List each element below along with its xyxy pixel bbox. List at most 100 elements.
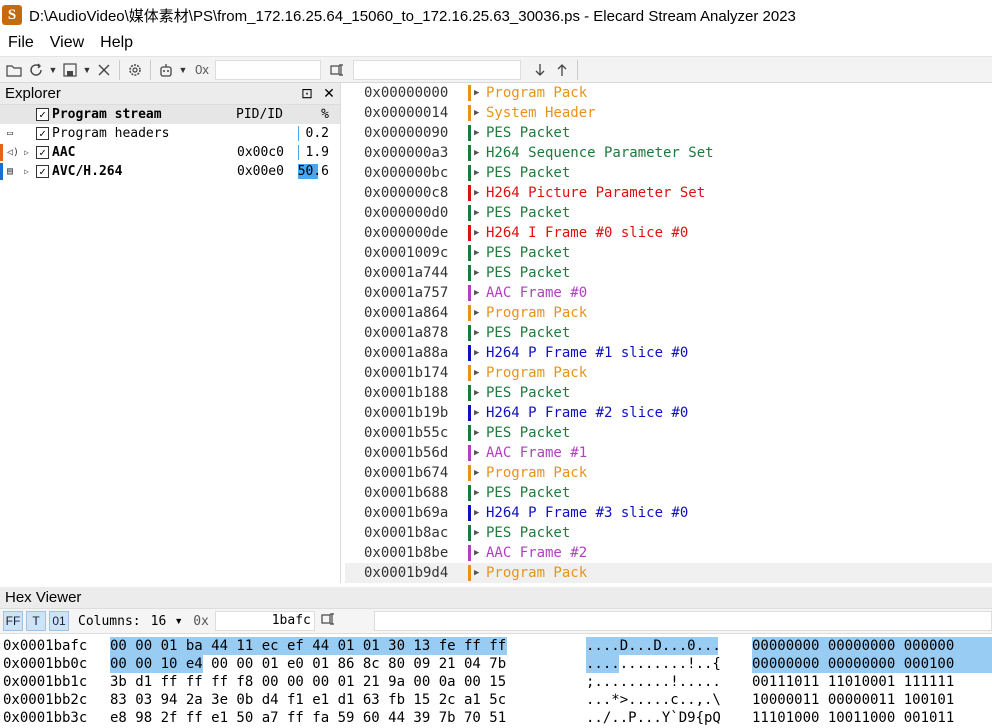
expand-arrow-icon[interactable]: ▷ — [24, 162, 29, 181]
expand-arrow-icon[interactable]: ▶ — [474, 403, 479, 423]
packet-row[interactable]: 0x0001a757 ▶ AAC Frame #0 — [345, 283, 992, 303]
pin-icon[interactable]: ⊡ — [296, 85, 318, 102]
menu-file[interactable]: File — [0, 30, 42, 56]
expand-arrow-icon[interactable]: ▶ — [474, 223, 479, 243]
expand-arrow-icon[interactable]: ▶ — [474, 343, 479, 363]
hex-row[interactable]: 0x0001bb3c e8 98 2f ff e1 50 a7 ff fa 59 … — [0, 709, 992, 727]
packet-row[interactable]: 0x0001b688 ▶ PES Packet — [345, 483, 992, 503]
expand-arrow-icon[interactable]: ▶ — [474, 323, 479, 343]
find-text-icon[interactable] — [321, 612, 337, 630]
packet-row[interactable]: 0x0001b9d4 ▶ Program Pack — [345, 563, 992, 583]
expand-arrow-icon[interactable]: ▶ — [474, 443, 479, 463]
hex-mode-button[interactable]: FF — [3, 611, 23, 631]
expand-arrow-icon[interactable]: ▶ — [474, 183, 479, 203]
expand-arrow-icon[interactable]: ▶ — [474, 463, 479, 483]
packet-row[interactable]: 0x0001b8be ▶ AAC Frame #2 — [345, 543, 992, 563]
expand-arrow-icon[interactable]: ▷ — [24, 143, 29, 162]
packet-row[interactable]: 0x0001a744 ▶ PES Packet — [345, 263, 992, 283]
packet-row[interactable]: 0x0001a864 ▶ Program Pack — [345, 303, 992, 323]
packet-row[interactable]: 0x0001b674 ▶ Program Pack — [345, 463, 992, 483]
stream-checkbox[interactable]: ✓ — [36, 127, 49, 140]
packet-row[interactable]: 0x0001009c ▶ PES Packet — [345, 243, 992, 263]
goto-address-input[interactable] — [215, 59, 321, 80]
expand-arrow-icon[interactable]: ▶ — [474, 423, 479, 443]
hex-row[interactable]: 0x0001bb2c 83 03 94 2a 3e 0b d4 f1 e1 d1 … — [0, 691, 992, 709]
packet-type-color-bar — [468, 245, 471, 261]
explorer-row[interactable]: ▤ ▷ ✓ AVC/H.264 0x00e0 50.6 — [0, 162, 340, 181]
expand-arrow-icon[interactable]: ▶ — [474, 243, 479, 263]
explorer-row[interactable]: ▭ ✓ Program headers 0.2 — [0, 124, 340, 143]
analyzer-robot-icon[interactable] — [155, 59, 177, 81]
packet-row[interactable]: 0x0001b8ac ▶ PES Packet — [345, 523, 992, 543]
packet-row[interactable]: 0x0001b188 ▶ PES Packet — [345, 383, 992, 403]
packet-row[interactable]: 0x000000d0 ▶ PES Packet — [345, 203, 992, 223]
settings-gear-icon[interactable] — [124, 59, 146, 81]
hex-ascii: ...*>.....c..,.\ — [586, 692, 721, 708]
hex-row[interactable]: 0x0001bb0c 00 00 10 e4 00 00 01 e0 01 86 … — [0, 655, 992, 673]
packet-row[interactable]: 0x00000090 ▶ PES Packet — [345, 123, 992, 143]
binary-mode-button[interactable]: 01 — [49, 611, 69, 631]
packet-row[interactable]: 0x0001a878 ▶ PES Packet — [345, 323, 992, 343]
packet-row[interactable]: 0x0001b174 ▶ Program Pack — [345, 363, 992, 383]
stream-checkbox[interactable]: ✓ — [36, 165, 49, 178]
packet-row[interactable]: 0x000000c8 ▶ H264 Picture Parameter Set — [345, 183, 992, 203]
expand-arrow-icon[interactable]: ▶ — [474, 503, 479, 523]
expand-arrow-icon[interactable]: ▶ — [474, 303, 479, 323]
reload-icon[interactable] — [25, 59, 47, 81]
packet-row[interactable]: 0x0001a88a ▶ H264 P Frame #1 slice #0 — [345, 343, 992, 363]
expand-arrow-icon[interactable]: ▶ — [474, 123, 479, 143]
hex-row[interactable]: 0x0001bb1c 3b d1 ff ff ff f8 00 00 00 01 … — [0, 673, 992, 691]
text-mode-button[interactable]: T — [26, 611, 46, 631]
offset-input[interactable]: 1bafc — [214, 611, 315, 631]
expand-arrow-icon[interactable]: ▶ — [474, 523, 479, 543]
close-file-icon[interactable] — [93, 59, 115, 81]
columns-select[interactable]: 16 — [151, 614, 167, 629]
expand-arrow-icon[interactable]: ▶ — [474, 203, 479, 223]
analyzer-dropdown-icon[interactable]: ▼ — [177, 59, 189, 81]
packet-row[interactable]: 0x000000de ▶ H264 I Frame #0 slice #0 — [345, 223, 992, 243]
search-down-arrow-icon[interactable] — [529, 59, 551, 81]
search-up-arrow-icon[interactable] — [551, 59, 573, 81]
hex-row[interactable]: 0x0001bafc 00 00 01 ba 44 11 ec ef 44 01 … — [0, 637, 992, 655]
save-icon[interactable] — [59, 59, 81, 81]
columns-dropdown-icon[interactable]: ▼ — [174, 616, 183, 626]
packet-type-color-bar — [468, 465, 471, 481]
expand-arrow-icon[interactable]: ▶ — [474, 283, 479, 303]
packet-list: 0x00000000 ▶ Program Pack 0x00000014 ▶ System… — [345, 83, 992, 583]
packet-name: PES Packet — [486, 205, 571, 221]
expand-arrow-icon[interactable]: ▶ — [474, 543, 479, 563]
packet-row[interactable]: 0x00000014 ▶ System Header — [345, 103, 992, 123]
packet-row[interactable]: 0x0001b55c ▶ PES Packet — [345, 423, 992, 443]
packet-row[interactable]: 0x000000a3 ▶ H264 Sequence Parameter Set — [345, 143, 992, 163]
close-icon[interactable]: ✕ — [318, 85, 340, 102]
open-folder-icon[interactable] — [3, 59, 25, 81]
packet-type-color-bar — [468, 145, 471, 161]
packet-type-color-bar — [468, 405, 471, 421]
stream-checkbox[interactable]: ✓ — [36, 146, 49, 159]
menu-help[interactable]: Help — [92, 30, 141, 56]
menu-view[interactable]: View — [42, 30, 92, 56]
save-dropdown-icon[interactable]: ▼ — [81, 59, 93, 81]
search-input[interactable] — [353, 59, 521, 80]
hex-ascii: ............!..{ — [586, 656, 721, 672]
find-text-icon[interactable] — [327, 59, 349, 81]
hex-search-input[interactable] — [374, 611, 992, 631]
packet-row[interactable]: 0x0001b19b ▶ H264 P Frame #2 slice #0 — [345, 403, 992, 423]
explorer-row[interactable]: ◁) ▷ ✓ AAC 0x00c0 1.9 — [0, 143, 340, 162]
reload-dropdown-icon[interactable]: ▼ — [47, 59, 59, 81]
expand-arrow-icon[interactable]: ▶ — [474, 103, 479, 123]
packet-row[interactable]: 0x000000bc ▶ PES Packet — [345, 163, 992, 183]
packet-row[interactable]: 0x0001b69a ▶ H264 P Frame #3 slice #0 — [345, 503, 992, 523]
packet-row[interactable]: 0x00000000 ▶ Program Pack — [345, 83, 992, 103]
expand-arrow-icon[interactable]: ▶ — [474, 383, 479, 403]
expand-arrow-icon[interactable]: ▶ — [474, 163, 479, 183]
packet-name: PES Packet — [486, 165, 571, 181]
expand-arrow-icon[interactable]: ▶ — [474, 483, 479, 503]
expand-arrow-icon[interactable]: ▶ — [474, 263, 479, 283]
expand-arrow-icon[interactable]: ▶ — [474, 563, 479, 583]
packet-row[interactable]: 0x0001b56d ▶ AAC Frame #1 — [345, 443, 992, 463]
expand-arrow-icon[interactable]: ▶ — [474, 143, 479, 163]
expand-arrow-icon[interactable]: ▶ — [474, 83, 479, 103]
program-stream-checkbox[interactable]: ✓ — [36, 108, 49, 121]
expand-arrow-icon[interactable]: ▶ — [474, 363, 479, 383]
